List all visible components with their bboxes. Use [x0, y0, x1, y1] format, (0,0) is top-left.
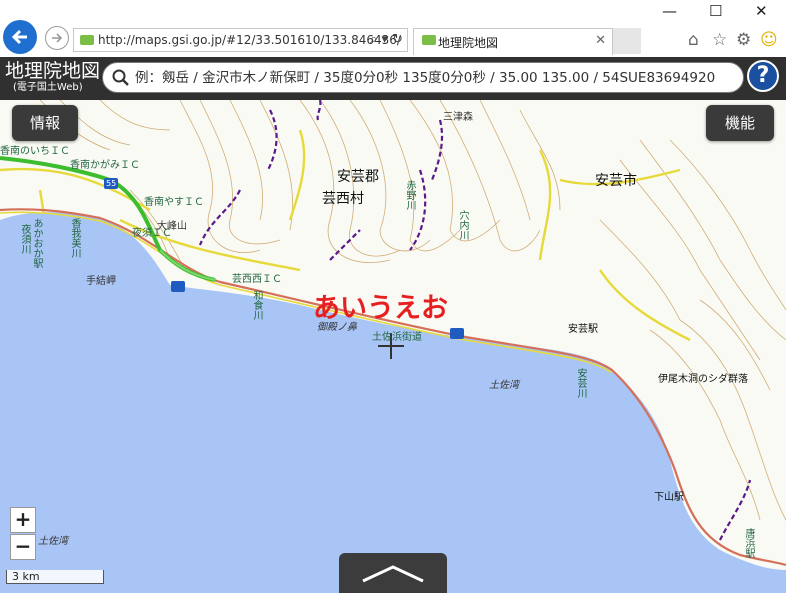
site-favicon: [80, 35, 94, 45]
label-anai-river: 穴内川: [457, 210, 468, 240]
label-tosa-wan-2: 土佐湾: [38, 536, 68, 547]
label-konan-kagami-ic: 香南かがみＩＣ: [70, 160, 140, 171]
scale-bar: 3 km: [6, 570, 104, 584]
site-logo[interactable]: 地理院地図 (電子国土Web): [5, 60, 100, 93]
back-icon: [11, 29, 27, 45]
map-canvas: [0, 100, 786, 593]
label-sanjin: 三津森: [443, 112, 473, 123]
search-box[interactable]: [102, 62, 744, 93]
label-tojin-eki: 唐浜駅: [743, 528, 754, 558]
back-button[interactable]: [3, 20, 37, 54]
dropdown-icon[interactable]: ▾: [381, 32, 388, 47]
new-tab-button[interactable]: [613, 28, 641, 54]
minimize-icon[interactable]: —: [662, 2, 677, 20]
help-button[interactable]: ?: [747, 60, 779, 92]
label-aki-river: 安芸川: [575, 368, 586, 398]
forward-icon: [52, 33, 63, 43]
label-konomi-river: 香我美川: [69, 218, 80, 258]
label-konan-yasu-ic: 香南やすＩＣ: [144, 197, 204, 208]
label-tosahama-kaido: 土佐浜街道: [372, 332, 422, 343]
maximize-icon[interactable]: ☐: [709, 2, 722, 20]
search-icon: [112, 69, 129, 86]
map-annotation[interactable]: あいうえお: [313, 286, 448, 325]
refresh-icon[interactable]: ↻: [392, 32, 403, 47]
label-taihozan: 大峰山: [157, 221, 187, 232]
chevron-up-icon: [362, 565, 424, 583]
search-icon[interactable]: ⌕: [370, 32, 377, 47]
star-icon[interactable]: ☆: [712, 30, 727, 50]
label-akano-river: 赤野川: [404, 180, 415, 210]
bottom-panel-toggle[interactable]: [339, 553, 447, 593]
label-wajiki-river: 和食川: [251, 290, 262, 320]
url-actions: ⌕ ▾ ↻: [370, 32, 403, 47]
logo-title: 地理院地図: [5, 60, 101, 82]
url-text[interactable]: http://maps.gsi.go.jp/#12/33.501610/133.…: [98, 33, 401, 47]
zoom-in-button[interactable]: +: [10, 507, 36, 533]
label-tenuimisaki: 手結岬: [86, 276, 116, 287]
search-input[interactable]: [133, 67, 743, 89]
function-button[interactable]: 機能: [706, 105, 774, 141]
label-iokimura: 伊尾木洞のシダ群落: [658, 374, 748, 385]
home-icon[interactable]: ⌂: [688, 30, 699, 50]
label-tosa-wan-1: 土佐湾: [489, 380, 519, 391]
label-geisei-nishi-ic: 芸西西ＩＣ: [232, 274, 282, 285]
forward-button[interactable]: [45, 26, 69, 50]
label-geisei-mura: 芸西村: [322, 191, 364, 207]
logo-subtitle: (電子国土Web): [13, 82, 83, 93]
label-konan-noichi-ic: 香南のいちＩＣ: [0, 146, 70, 157]
map-view[interactable]: 安芸郡 芸西村 安芸市 香南のいちＩＣ 香南かがみＩＣ 香南やすＩＣ 夜須ＩＣ …: [0, 100, 786, 593]
browser-chrome: — ☐ ✕ http://maps.gsi.go.jp/#12/33.50161…: [0, 0, 786, 57]
tab-title: 地理院地図: [438, 36, 499, 50]
zoom-out-button[interactable]: −: [10, 534, 36, 560]
smiley-icon[interactable]: ☺: [760, 30, 778, 50]
close-tab-icon[interactable]: ✕: [595, 33, 606, 48]
browser-tab[interactable]: 地理院地図 ✕: [413, 28, 613, 55]
label-shimoyama-eki: 下山駅: [654, 492, 684, 503]
label-aki-shi: 安芸市: [595, 173, 637, 189]
label-yasu-river: 夜須川: [19, 224, 30, 254]
app-header: 地理院地図 (電子国土Web) ?: [0, 57, 786, 100]
info-button[interactable]: 情報: [12, 105, 78, 141]
gear-icon[interactable]: ⚙: [736, 30, 751, 50]
route-shield-55: 55: [106, 179, 117, 188]
address-bar[interactable]: http://maps.gsi.go.jp/#12/33.501610/133.…: [73, 28, 408, 52]
label-aki-eki: 安芸駅: [568, 324, 598, 335]
window-close-icon[interactable]: ✕: [755, 2, 768, 20]
tab-favicon: [422, 35, 436, 45]
label-aki-gun: 安芸郡: [337, 169, 379, 185]
